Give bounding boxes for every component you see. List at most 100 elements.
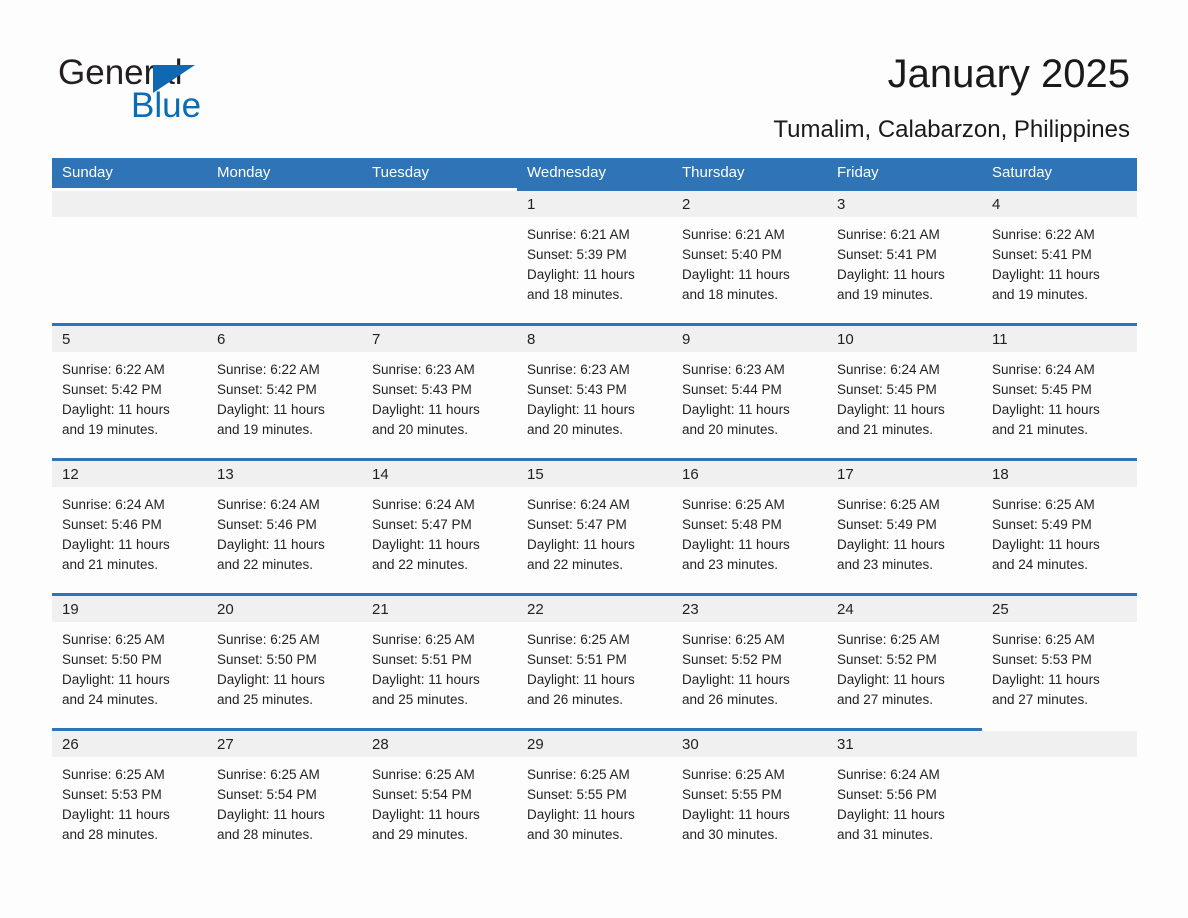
day-number: 6 xyxy=(207,326,362,352)
day-number: 28 xyxy=(362,731,517,757)
day-details: Sunrise: 6:25 AM Sunset: 5:55 PM Daylight:… xyxy=(672,757,827,845)
day-number: 13 xyxy=(207,461,362,487)
page-header: General Blue January 2025 Tumalim, Calab… xyxy=(0,0,1188,150)
day-sunrise-text: Sunrise: 6:24 AM xyxy=(62,497,165,512)
calendar-day-cell[interactable]: 14 Sunrise: 6:24 AM Sunset: 5:47 PM Dayligh… xyxy=(362,458,517,593)
calendar-day-cell[interactable]: 12 Sunrise: 6:24 AM Sunset: 5:46 PM Dayligh… xyxy=(52,458,207,593)
weekday-header-friday: Friday xyxy=(837,164,879,181)
weekday-header-thursday: Thursday xyxy=(682,164,745,181)
day-daylight1-text: Daylight: 11 hours xyxy=(62,807,170,822)
calendar-day-cell[interactable]: 13 Sunrise: 6:24 AM Sunset: 5:46 PM Dayligh… xyxy=(207,458,362,593)
day-details: Sunrise: 6:25 AM Sunset: 5:50 PM Daylight:… xyxy=(52,622,207,710)
day-daylight1-text: Daylight: 11 hours xyxy=(837,807,945,822)
day-details: Sunrise: 6:25 AM Sunset: 5:49 PM Daylight:… xyxy=(827,487,982,575)
weekday-header-sunday: Sunday xyxy=(62,164,113,181)
day-sunrise-text: Sunrise: 6:21 AM xyxy=(682,227,785,242)
day-daylight1-text: Daylight: 11 hours xyxy=(992,537,1100,552)
day-sunset-text: Sunset: 5:50 PM xyxy=(62,652,162,667)
day-daylight2-text: and 21 minutes. xyxy=(992,422,1089,437)
day-number xyxy=(362,191,517,217)
calendar-day-cell[interactable]: 23 Sunrise: 6:25 AM Sunset: 5:52 PM Dayligh… xyxy=(672,593,827,728)
day-daylight1-text: Daylight: 11 hours xyxy=(837,267,945,282)
calendar-day-cell[interactable]: 19 Sunrise: 6:25 AM Sunset: 5:50 PM Dayligh… xyxy=(52,593,207,728)
calendar-day-cell[interactable]: 9 Sunrise: 6:23 AM Sunset: 5:44 PM Daylight… xyxy=(672,323,827,458)
calendar-day-cell[interactable]: 27 Sunrise: 6:25 AM Sunset: 5:54 PM Dayligh… xyxy=(207,728,362,863)
calendar-day-cell[interactable]: 29 Sunrise: 6:25 AM Sunset: 5:55 PM Dayligh… xyxy=(517,728,672,863)
day-daylight2-text: and 31 minutes. xyxy=(837,827,934,842)
calendar-day-cell[interactable]: 1 Sunrise: 6:21 AM Sunset: 5:39 PM Daylight… xyxy=(517,188,672,323)
day-sunset-text: Sunset: 5:47 PM xyxy=(372,517,472,532)
day-details xyxy=(207,217,362,225)
day-daylight2-text: and 19 minutes. xyxy=(217,422,314,437)
day-number xyxy=(982,731,1137,757)
day-number: 2 xyxy=(672,191,827,217)
day-daylight1-text: Daylight: 11 hours xyxy=(217,402,325,417)
calendar-day-cell[interactable]: 8 Sunrise: 6:23 AM Sunset: 5:43 PM Daylight… xyxy=(517,323,672,458)
day-daylight1-text: Daylight: 11 hours xyxy=(372,537,480,552)
day-daylight1-text: Daylight: 11 hours xyxy=(372,672,480,687)
day-sunrise-text: Sunrise: 6:25 AM xyxy=(682,497,785,512)
day-sunrise-text: Sunrise: 6:22 AM xyxy=(217,362,320,377)
calendar-day-cell[interactable]: 17 Sunrise: 6:25 AM Sunset: 5:49 PM Dayligh… xyxy=(827,458,982,593)
calendar-day-cell[interactable]: 3 Sunrise: 6:21 AM Sunset: 5:41 PM Daylight… xyxy=(827,188,982,323)
calendar-day-cell[interactable]: 2 Sunrise: 6:21 AM Sunset: 5:40 PM Daylight… xyxy=(672,188,827,323)
day-sunrise-text: Sunrise: 6:25 AM xyxy=(527,767,630,782)
calendar-day-cell[interactable]: 26 Sunrise: 6:25 AM Sunset: 5:53 PM Dayligh… xyxy=(52,728,207,863)
day-daylight2-text: and 20 minutes. xyxy=(682,422,779,437)
day-sunset-text: Sunset: 5:46 PM xyxy=(217,517,317,532)
day-number: 3 xyxy=(827,191,982,217)
calendar-day-cell[interactable]: 28 Sunrise: 6:25 AM Sunset: 5:54 PM Dayligh… xyxy=(362,728,517,863)
calendar-day-cell[interactable]: 24 Sunrise: 6:25 AM Sunset: 5:52 PM Dayligh… xyxy=(827,593,982,728)
calendar-week-row: 12 Sunrise: 6:24 AM Sunset: 5:46 PM Dayligh… xyxy=(52,458,1137,593)
day-sunrise-text: Sunrise: 6:25 AM xyxy=(372,632,475,647)
day-daylight1-text: Daylight: 11 hours xyxy=(682,402,790,417)
calendar-day-cell[interactable]: 7 Sunrise: 6:23 AM Sunset: 5:43 PM Daylight… xyxy=(362,323,517,458)
day-sunset-text: Sunset: 5:43 PM xyxy=(527,382,627,397)
day-number: 31 xyxy=(827,731,982,757)
day-daylight1-text: Daylight: 11 hours xyxy=(527,402,635,417)
day-sunrise-text: Sunrise: 6:25 AM xyxy=(837,497,940,512)
calendar-day-cell[interactable]: 6 Sunrise: 6:22 AM Sunset: 5:42 PM Daylight… xyxy=(207,323,362,458)
day-daylight2-text: and 23 minutes. xyxy=(837,557,934,572)
day-details: Sunrise: 6:25 AM Sunset: 5:53 PM Daylight:… xyxy=(982,622,1137,710)
day-number: 20 xyxy=(207,596,362,622)
day-daylight2-text: and 23 minutes. xyxy=(682,557,779,572)
day-details: Sunrise: 6:23 AM Sunset: 5:44 PM Daylight:… xyxy=(672,352,827,440)
day-details: Sunrise: 6:25 AM Sunset: 5:52 PM Daylight:… xyxy=(827,622,982,710)
day-daylight1-text: Daylight: 11 hours xyxy=(837,672,945,687)
day-daylight1-text: Daylight: 11 hours xyxy=(527,537,635,552)
calendar-day-cell[interactable]: 30 Sunrise: 6:25 AM Sunset: 5:55 PM Dayligh… xyxy=(672,728,827,863)
day-daylight1-text: Daylight: 11 hours xyxy=(217,807,325,822)
day-daylight2-text: and 27 minutes. xyxy=(837,692,934,707)
calendar-day-cell[interactable]: 31 Sunrise: 6:24 AM Sunset: 5:56 PM Dayligh… xyxy=(827,728,982,863)
calendar-day-cell[interactable]: 11 Sunrise: 6:24 AM Sunset: 5:45 PM Dayligh… xyxy=(982,323,1137,458)
day-number xyxy=(207,191,362,217)
day-details: Sunrise: 6:22 AM Sunset: 5:41 PM Daylight:… xyxy=(982,217,1137,305)
calendar-day-cell[interactable]: 5 Sunrise: 6:22 AM Sunset: 5:42 PM Daylight… xyxy=(52,323,207,458)
calendar-day-cell[interactable]: 15 Sunrise: 6:24 AM Sunset: 5:47 PM Dayligh… xyxy=(517,458,672,593)
calendar-day-cell[interactable]: 10 Sunrise: 6:24 AM Sunset: 5:45 PM Dayligh… xyxy=(827,323,982,458)
day-number: 1 xyxy=(517,191,672,217)
calendar-day-cell[interactable]: 4 Sunrise: 6:22 AM Sunset: 5:41 PM Daylight… xyxy=(982,188,1137,323)
day-number: 29 xyxy=(517,731,672,757)
day-number: 24 xyxy=(827,596,982,622)
day-number: 4 xyxy=(982,191,1137,217)
day-sunset-text: Sunset: 5:40 PM xyxy=(682,247,782,262)
day-sunrise-text: Sunrise: 6:21 AM xyxy=(527,227,630,242)
day-sunrise-text: Sunrise: 6:25 AM xyxy=(992,497,1095,512)
day-daylight1-text: Daylight: 11 hours xyxy=(992,267,1100,282)
day-details xyxy=(982,757,1137,765)
day-sunrise-text: Sunrise: 6:22 AM xyxy=(992,227,1095,242)
calendar-day-cell[interactable]: 18 Sunrise: 6:25 AM Sunset: 5:49 PM Dayligh… xyxy=(982,458,1137,593)
calendar-day-cell[interactable]: 25 Sunrise: 6:25 AM Sunset: 5:53 PM Dayligh… xyxy=(982,593,1137,728)
day-sunrise-text: Sunrise: 6:23 AM xyxy=(682,362,785,377)
calendar-day-cell[interactable]: 22 Sunrise: 6:25 AM Sunset: 5:51 PM Dayligh… xyxy=(517,593,672,728)
day-sunset-text: Sunset: 5:53 PM xyxy=(62,787,162,802)
day-details: Sunrise: 6:24 AM Sunset: 5:47 PM Daylight:… xyxy=(362,487,517,575)
calendar-day-cell[interactable]: 21 Sunrise: 6:25 AM Sunset: 5:51 PM Dayligh… xyxy=(362,593,517,728)
day-sunrise-text: Sunrise: 6:25 AM xyxy=(62,632,165,647)
calendar-week-row: 19 Sunrise: 6:25 AM Sunset: 5:50 PM Dayligh… xyxy=(52,593,1137,728)
day-number: 5 xyxy=(52,326,207,352)
calendar-day-cell[interactable]: 20 Sunrise: 6:25 AM Sunset: 5:50 PM Dayligh… xyxy=(207,593,362,728)
calendar-day-cell[interactable]: 16 Sunrise: 6:25 AM Sunset: 5:48 PM Dayligh… xyxy=(672,458,827,593)
